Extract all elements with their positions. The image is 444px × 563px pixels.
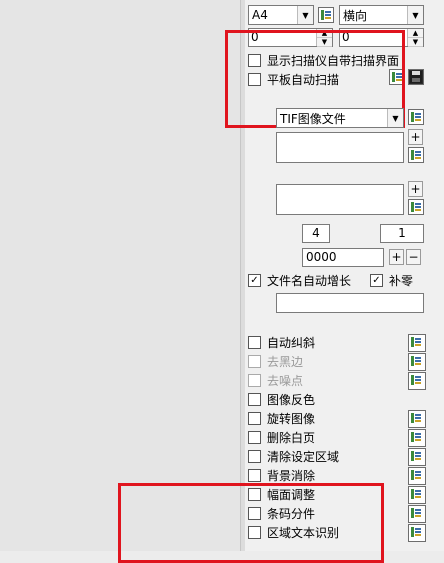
processing-option-checkbox[interactable]: 背景消除 <box>248 466 315 484</box>
orientation-select[interactable]: 横向 ▼ <box>339 5 424 25</box>
processing-option-settings-icon[interactable] <box>408 334 426 352</box>
processing-option-row: 图像反色 <box>248 390 438 409</box>
processing-option-settings-icon[interactable] <box>408 429 426 447</box>
page-size-value: A4 <box>252 8 268 22</box>
processing-option-label: 删除白页 <box>267 430 316 445</box>
processing-option-row: 旋转图像 <box>248 409 438 428</box>
processing-option-label: 自动纠斜 <box>267 335 316 350</box>
checkbox-box[interactable] <box>248 449 261 463</box>
processing-option-settings-icon[interactable] <box>408 467 426 485</box>
processing-option-label: 去黑边 <box>267 354 304 369</box>
processing-option-row: 删除白页 <box>248 428 438 447</box>
processing-option-row: 清除设定区域 <box>248 447 438 466</box>
checkbox-box[interactable] <box>248 468 261 482</box>
add-naming-button[interactable]: + <box>408 181 423 197</box>
processing-option-label: 清除设定区域 <box>267 449 340 464</box>
processing-option-row: 去黑边 <box>248 352 438 371</box>
processing-option-checkbox[interactable]: 去噪点 <box>248 371 303 389</box>
output-path-box[interactable] <box>276 132 404 163</box>
processing-option-settings-icon[interactable] <box>408 410 426 428</box>
processing-option-row: 自动纠斜 <box>248 333 438 352</box>
page-size-select[interactable]: A4 ▼ <box>248 5 314 25</box>
decrement-button[interactable]: − <box>406 249 421 265</box>
spin-down-icon[interactable]: ▼ <box>408 38 423 47</box>
processing-option-settings-icon[interactable] <box>408 524 426 542</box>
counter-start-input[interactable]: 4 <box>302 224 330 243</box>
add-path-button[interactable]: + <box>408 129 423 145</box>
processing-option-checkbox[interactable]: 去黑边 <box>248 352 303 370</box>
processing-option-label: 去噪点 <box>267 373 304 388</box>
orientation-value: 横向 <box>343 8 368 23</box>
filename-autoincrement-label: 文件名自动增长 <box>267 273 352 288</box>
zero-pad-label: 补零 <box>389 273 414 288</box>
checkbox-box[interactable] <box>248 373 261 387</box>
processing-option-settings-icon[interactable] <box>408 448 426 466</box>
chevron-down-icon: ▼ <box>297 6 313 24</box>
spin-up-icon[interactable]: ▲ <box>408 29 423 38</box>
processing-option-label: 图像反色 <box>267 392 316 407</box>
processing-option-checkbox[interactable]: 图像反色 <box>248 390 315 408</box>
scan-settings-panel: A4 ▼ 横向 ▼ 0 ▲ ▼ 0 ▲ ▼ 显示扫描仪自带扫描界面 平板自动扫描 T… <box>118 0 444 563</box>
highlight-box-bottom <box>118 483 384 563</box>
file-type-value: TIF图像文件 <box>280 111 346 126</box>
naming-rule-box[interactable] <box>276 184 404 215</box>
checkbox-box[interactable] <box>248 392 261 406</box>
path-settings-icon[interactable] <box>408 147 424 163</box>
checkbox-box[interactable] <box>248 430 261 444</box>
checkbox-box[interactable]: ✓ <box>248 273 261 287</box>
filename-autoincrement-checkbox[interactable]: ✓ 文件名自动增长 <box>248 271 351 289</box>
processing-option-checkbox[interactable]: 自动纠斜 <box>248 333 315 351</box>
checkbox-box[interactable] <box>248 335 261 349</box>
processing-option-settings-icon[interactable] <box>408 486 426 504</box>
file-type-select[interactable]: TIF图像文件 ▼ <box>276 108 404 128</box>
checkbox-box[interactable] <box>248 354 261 368</box>
chevron-down-icon: ▼ <box>387 109 403 127</box>
processing-option-label: 背景消除 <box>267 468 316 483</box>
processing-option-row: 去噪点 <box>248 371 438 390</box>
filename-preview-input[interactable] <box>276 293 424 313</box>
processing-option-checkbox[interactable]: 清除设定区域 <box>248 447 339 465</box>
left-blank-pane <box>0 0 240 551</box>
page-size-settings-icon[interactable] <box>318 7 334 23</box>
chevron-down-icon: ▼ <box>407 6 423 24</box>
file-type-settings-icon[interactable] <box>408 109 424 125</box>
checkbox-box[interactable] <box>248 411 261 425</box>
increment-button[interactable]: + <box>389 249 404 265</box>
processing-option-label: 旋转图像 <box>267 411 316 426</box>
naming-settings-icon[interactable] <box>408 199 424 215</box>
save-icon[interactable] <box>408 69 424 85</box>
processing-option-checkbox[interactable]: 删除白页 <box>248 428 315 446</box>
processing-option-settings-icon[interactable] <box>408 353 426 371</box>
processing-option-settings-icon[interactable] <box>408 505 426 523</box>
zero-pad-checkbox[interactable]: ✓ 补零 <box>370 271 413 289</box>
counter-step-input[interactable]: 1 <box>380 224 424 243</box>
checkbox-box[interactable]: ✓ <box>370 273 383 287</box>
processing-option-settings-icon[interactable] <box>408 372 426 390</box>
processing-option-checkbox[interactable]: 旋转图像 <box>248 409 315 427</box>
name-pattern-input[interactable]: 0000 <box>302 248 384 267</box>
